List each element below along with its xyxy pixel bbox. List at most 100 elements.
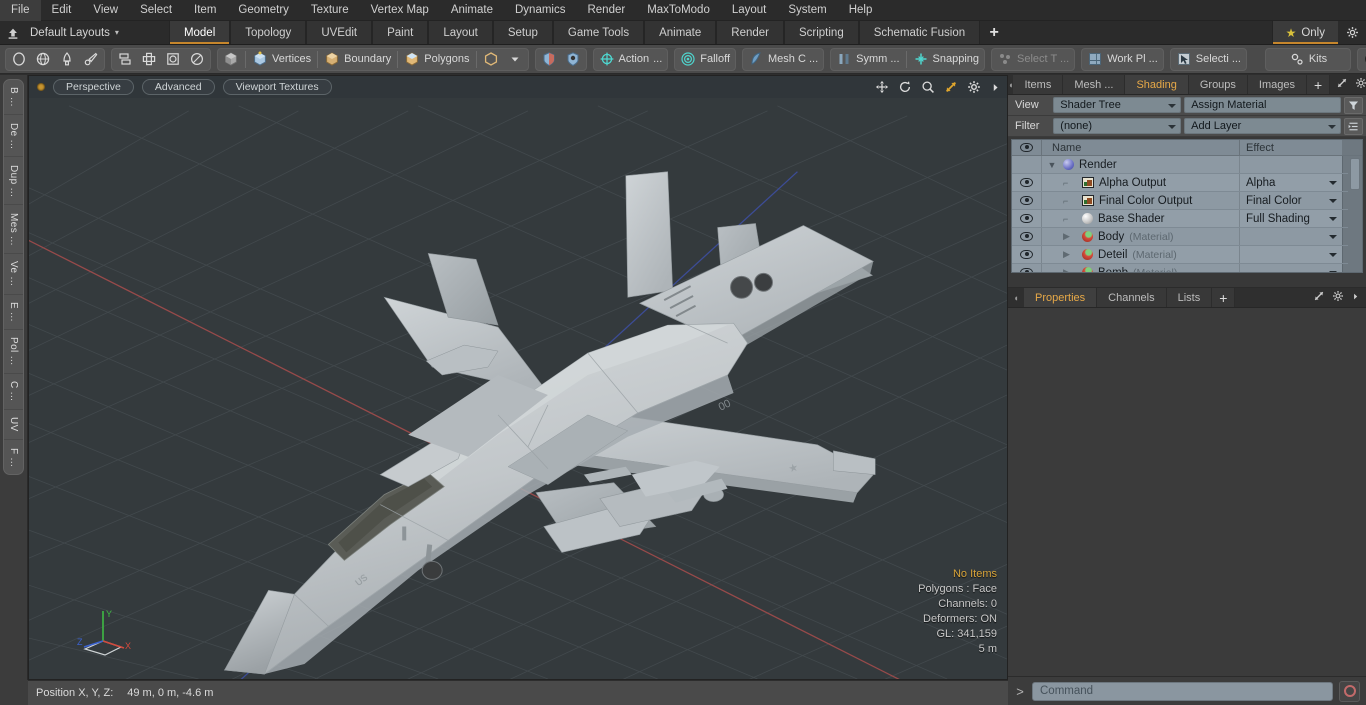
sidebar-item-falloff[interactable]: F ... xyxy=(4,440,23,474)
table-row[interactable]: ⌐ Alpha Output Alpha xyxy=(1012,174,1362,192)
menu-vertex-map[interactable]: Vertex Map xyxy=(360,0,440,21)
mode-polygons-button[interactable]: Polygons xyxy=(400,49,473,70)
shader-filter-select[interactable]: (none) xyxy=(1053,118,1182,134)
row-visibility-toggle[interactable] xyxy=(1012,264,1042,272)
falloff-button[interactable]: Falloff xyxy=(676,49,734,70)
selection-sets-button[interactable]: Selecti ... xyxy=(1172,49,1245,70)
scrollbar-knob[interactable] xyxy=(1350,158,1360,190)
menu-animate[interactable]: Animate xyxy=(440,0,504,21)
stack-icon[interactable] xyxy=(113,49,137,70)
mesh-constraint-button[interactable]: Mesh C ... xyxy=(744,49,822,70)
tab-images[interactable]: Images xyxy=(1247,75,1307,94)
menu-maxtomodo[interactable]: MaxToModo xyxy=(636,0,721,21)
row-name-cell[interactable]: ⌐ Alpha Output xyxy=(1042,174,1240,191)
select-through-button[interactable]: Select T ... xyxy=(993,49,1073,70)
expand-arrows-icon[interactable] xyxy=(1313,290,1325,305)
zoom-magnifier-icon[interactable] xyxy=(921,80,935,94)
row-visibility-toggle[interactable] xyxy=(1012,192,1042,209)
chevron-down-icon[interactable] xyxy=(503,49,527,70)
tab-lists[interactable]: Lists xyxy=(1166,288,1213,307)
row-name-cell[interactable]: ▶ Bomb (Material) xyxy=(1042,264,1240,272)
sidebar-item-duplicate[interactable]: Dup ... xyxy=(4,157,23,206)
tab-mesh-ops[interactable]: Mesh ... xyxy=(1063,75,1126,94)
mode-vertices-button[interactable]: Vertices xyxy=(248,49,315,70)
gear-icon[interactable] xyxy=(1355,77,1366,92)
expander-triangle-icon[interactable]: ▶ xyxy=(1063,231,1077,242)
add-properties-tab-button[interactable]: + xyxy=(1212,288,1236,307)
tab-game-tools[interactable]: Game Tools xyxy=(552,21,645,44)
tab-uvedit[interactable]: UVEdit xyxy=(306,21,373,44)
menu-item[interactable]: Item xyxy=(183,0,227,21)
viewport-shading-selector[interactable]: Advanced xyxy=(141,79,215,95)
circle-icon[interactable] xyxy=(7,49,31,70)
only-toggle-button[interactable]: ★ Only xyxy=(1271,21,1339,44)
menu-layout[interactable]: Layout xyxy=(721,0,778,21)
shader-tree[interactable]: Name Effect ▼ Render ⌐ Alpha Output Alph… xyxy=(1011,139,1363,273)
work-plane-button[interactable]: Work Pl ... xyxy=(1083,49,1162,70)
tab-render[interactable]: Render xyxy=(716,21,784,44)
viewport-textures-selector[interactable]: Viewport Textures xyxy=(222,79,332,95)
add-layer-select[interactable]: Add Layer xyxy=(1184,118,1342,134)
menu-render[interactable]: Render xyxy=(576,0,636,21)
sphere-globe-icon[interactable] xyxy=(31,49,55,70)
record-circle-icon[interactable] xyxy=(1339,680,1360,702)
fit-expand-icon[interactable] xyxy=(944,80,958,94)
command-input[interactable] xyxy=(1032,681,1333,701)
viewport-projection-selector[interactable]: Perspective xyxy=(53,79,134,95)
row-name-cell[interactable]: ⌐ Final Color Output xyxy=(1042,192,1240,209)
center-cross-icon[interactable] xyxy=(137,49,161,70)
tab-setup[interactable]: Setup xyxy=(492,21,553,44)
shader-tree-scrollbar[interactable] xyxy=(1348,156,1362,272)
viewport-3d[interactable]: 00 ★ US Perspective Advanced Viewport Te… xyxy=(28,75,1008,680)
expander-triangle-icon[interactable]: ▶ xyxy=(1063,249,1077,260)
tab-items[interactable]: Items xyxy=(1013,75,1064,94)
tab-layout[interactable]: Layout xyxy=(428,21,493,44)
sidebar-item-edge[interactable]: E ... xyxy=(4,295,23,330)
row-effect-cell[interactable]: Final Color xyxy=(1240,192,1342,209)
table-row[interactable]: ▶ Deteil (Material) xyxy=(1012,246,1362,264)
chevron-right-icon[interactable] xyxy=(1351,292,1360,304)
table-row[interactable]: ⌐ Final Color Output Final Color xyxy=(1012,192,1362,210)
tab-paint[interactable]: Paint xyxy=(372,21,429,44)
row-name-cell[interactable]: ⌐ Base Shader xyxy=(1042,210,1240,227)
table-row[interactable]: ▼ Render xyxy=(1012,156,1362,174)
snapping-button[interactable]: Snapping xyxy=(909,49,984,70)
row-effect-cell[interactable] xyxy=(1240,246,1342,263)
sidebar-item-mesh[interactable]: Mes ... xyxy=(4,205,23,254)
tab-groups[interactable]: Groups xyxy=(1188,75,1248,94)
symmetry-button[interactable]: Symm ... xyxy=(832,49,903,70)
sidebar-item-vertex[interactable]: Ve ... xyxy=(4,254,23,295)
unity-icon[interactable] xyxy=(1359,49,1366,70)
sidebar-item-uv[interactable]: UV xyxy=(4,410,23,441)
row-visibility-toggle[interactable] xyxy=(1012,174,1042,191)
gear-icon[interactable] xyxy=(1332,290,1344,305)
row-effect-cell[interactable] xyxy=(1240,228,1342,245)
menu-dynamics[interactable]: Dynamics xyxy=(504,0,576,21)
tab-shading[interactable]: Shading xyxy=(1125,75,1189,94)
row-effect-cell[interactable] xyxy=(1240,156,1342,173)
tab-schematic-fusion[interactable]: Schematic Fusion xyxy=(858,21,981,44)
menu-geometry[interactable]: Geometry xyxy=(227,0,300,21)
cube-gray-icon[interactable] xyxy=(219,49,243,70)
menu-texture[interactable]: Texture xyxy=(300,0,360,21)
sidebar-item-deform[interactable]: De ... xyxy=(4,115,23,158)
row-name-cell[interactable]: ▶ Deteil (Material) xyxy=(1042,246,1240,263)
rotate-icon[interactable] xyxy=(898,80,912,94)
menu-file[interactable]: File xyxy=(0,0,41,21)
sidebar-item-polygon[interactable]: Pol ... xyxy=(4,330,23,374)
action-center-button[interactable]: Action ... xyxy=(595,49,667,70)
gear-icon[interactable] xyxy=(967,80,981,94)
assign-material-button[interactable]: Assign Material xyxy=(1184,97,1342,113)
row-visibility-toggle[interactable] xyxy=(1012,156,1042,173)
row-name-cell[interactable]: ▶ Body (Material) xyxy=(1042,228,1240,245)
pen-icon[interactable] xyxy=(55,49,79,70)
row-visibility-toggle[interactable] xyxy=(1012,210,1042,227)
mode-boundary-button[interactable]: Boundary xyxy=(320,49,395,70)
table-row[interactable]: ⌐ Base Shader Full Shading xyxy=(1012,210,1362,228)
sidebar-item-curve[interactable]: C ... xyxy=(4,374,23,410)
menu-help[interactable]: Help xyxy=(838,0,884,21)
expand-arrows-icon[interactable] xyxy=(1336,77,1348,92)
shader-view-select[interactable]: Shader Tree xyxy=(1053,97,1182,113)
chevron-right-icon[interactable] xyxy=(990,82,1001,93)
menu-select[interactable]: Select xyxy=(129,0,183,21)
